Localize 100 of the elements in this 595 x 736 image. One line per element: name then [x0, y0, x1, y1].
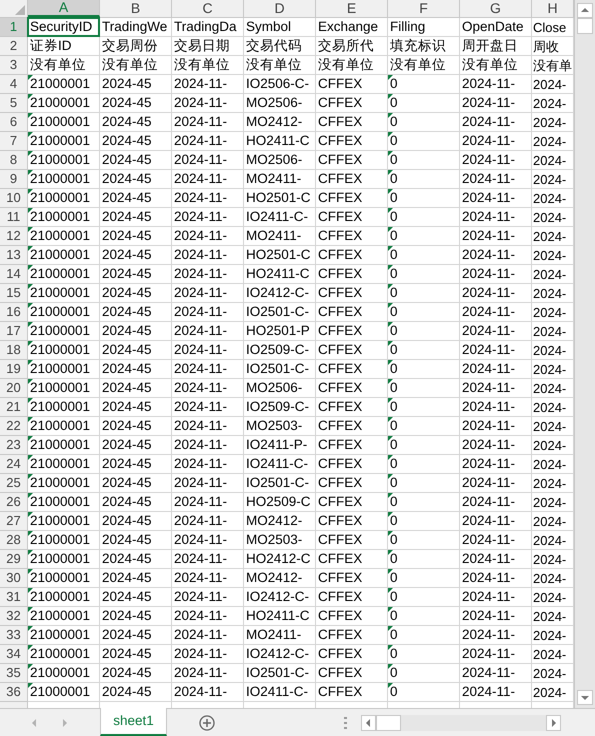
table-cell[interactable]: CFFEX — [316, 208, 387, 226]
table-cell[interactable]: 2024- — [532, 398, 573, 416]
table-cell[interactable]: 21000001 — [28, 417, 99, 435]
table-cell[interactable]: 交易日期 — [172, 37, 243, 55]
table-cell[interactable]: 2024-11- — [460, 151, 531, 169]
table-cell[interactable]: HO2501-P — [244, 322, 315, 340]
table-cell[interactable]: CFFEX — [316, 683, 387, 701]
table-cell[interactable]: 2024-11- — [460, 493, 531, 511]
row-header[interactable]: 22 — [0, 417, 28, 436]
table-cell[interactable]: 2024-11- — [172, 265, 243, 283]
table-cell[interactable]: 2024-11- — [172, 626, 243, 644]
table-cell[interactable]: 2024-11- — [460, 113, 531, 131]
table-cell[interactable]: CFFEX — [316, 626, 387, 644]
table-cell[interactable]: 2024-45 — [100, 512, 171, 530]
table-cell[interactable]: Exchange — [316, 18, 387, 36]
table-cell[interactable]: SecurityID — [28, 18, 99, 36]
table-cell[interactable]: 2024-11- — [172, 417, 243, 435]
table-cell[interactable]: 21000001 — [28, 398, 99, 416]
column-header[interactable]: C — [172, 0, 244, 17]
table-cell[interactable]: HO2501-C — [244, 246, 315, 264]
table-cell[interactable]: 2024-11- — [172, 284, 243, 302]
table-cell[interactable]: 2024-11- — [460, 664, 531, 682]
table-cell[interactable]: IO2501-C- — [244, 303, 315, 321]
row-header[interactable]: 2 — [0, 37, 28, 56]
table-cell[interactable]: 2024-45 — [100, 151, 171, 169]
table-cell[interactable]: 2024-45 — [100, 94, 171, 112]
table-cell[interactable]: 没有单 — [532, 56, 573, 74]
table-cell[interactable]: OpenDate — [460, 18, 531, 36]
row-header[interactable]: 20 — [0, 379, 28, 398]
table-cell[interactable]: 21000001 — [28, 569, 99, 587]
table-cell[interactable]: 2024- — [532, 474, 573, 492]
table-cell[interactable]: IO2411-P- — [244, 436, 315, 454]
table-cell[interactable]: CFFEX — [316, 569, 387, 587]
table-cell[interactable]: 0 — [388, 132, 459, 150]
table-cell[interactable]: 交易代码 — [244, 37, 315, 55]
table-cell[interactable]: 2024-11- — [460, 645, 531, 663]
row-header[interactable]: 34 — [0, 645, 28, 664]
table-cell[interactable]: 2024-45 — [100, 265, 171, 283]
table-cell[interactable]: CFFEX — [316, 664, 387, 682]
table-cell[interactable]: 2024-11- — [172, 379, 243, 397]
row-header[interactable]: 27 — [0, 512, 28, 531]
table-cell[interactable]: 21000001 — [28, 436, 99, 454]
row-header[interactable]: 23 — [0, 436, 28, 455]
table-cell[interactable]: 2024-11- — [460, 550, 531, 568]
table-cell[interactable]: CFFEX — [316, 474, 387, 492]
table-cell[interactable]: 2024-11- — [460, 227, 531, 245]
table-cell[interactable]: 0 — [388, 341, 459, 359]
table-cell[interactable]: IO2412-C- — [244, 284, 315, 302]
table-cell[interactable]: 填充标识 — [388, 37, 459, 55]
table-cell[interactable]: 21000001 — [28, 322, 99, 340]
table-cell[interactable]: 21000001 — [28, 151, 99, 169]
table-cell[interactable]: Filling — [388, 18, 459, 36]
table-cell[interactable]: 21000001 — [28, 550, 99, 568]
table-cell[interactable]: CFFEX — [316, 341, 387, 359]
table-cell[interactable]: 2024- — [532, 132, 573, 150]
table-cell[interactable]: CFFEX — [316, 550, 387, 568]
table-cell[interactable]: 周收 — [532, 37, 573, 55]
table-cell[interactable]: 2024-45 — [100, 303, 171, 321]
table-cell[interactable]: 0 — [388, 626, 459, 644]
table-cell[interactable]: IO2501-C- — [244, 360, 315, 378]
table-cell[interactable]: 2024-11- — [172, 436, 243, 454]
table-cell[interactable]: IO2411-C- — [244, 208, 315, 226]
table-cell[interactable]: 2024-11- — [460, 170, 531, 188]
column-header[interactable]: D — [244, 0, 316, 17]
table-cell[interactable]: CFFEX — [316, 227, 387, 245]
table-cell[interactable]: 0 — [388, 664, 459, 682]
table-cell[interactable]: HO2411-C — [244, 265, 315, 283]
table-cell[interactable]: 21000001 — [28, 360, 99, 378]
table-cell[interactable]: 2024- — [532, 322, 573, 340]
table-cell[interactable]: 2024-11- — [172, 474, 243, 492]
table-cell[interactable]: 2024-11- — [460, 474, 531, 492]
table-cell[interactable]: CFFEX — [316, 512, 387, 530]
table-cell[interactable]: 0 — [388, 588, 459, 606]
sheet-tab[interactable]: sheet1 — [100, 708, 167, 736]
table-cell[interactable]: CFFEX — [316, 265, 387, 283]
row-header[interactable]: 36 — [0, 683, 28, 702]
row-header[interactable]: 21 — [0, 398, 28, 417]
table-cell[interactable]: CFFEX — [316, 151, 387, 169]
table-cell[interactable]: 0 — [388, 303, 459, 321]
table-cell[interactable]: 没有单位 — [460, 56, 531, 74]
table-cell[interactable]: 2024-11- — [460, 436, 531, 454]
table-cell[interactable]: 2024-11- — [172, 189, 243, 207]
row-header[interactable]: 24 — [0, 455, 28, 474]
table-cell[interactable]: 21000001 — [28, 303, 99, 321]
table-cell[interactable]: 2024-11- — [460, 132, 531, 150]
table-cell[interactable]: 21000001 — [28, 379, 99, 397]
table-cell[interactable]: 2024-11- — [460, 569, 531, 587]
table-cell[interactable]: 2024- — [532, 265, 573, 283]
table-cell[interactable]: 21000001 — [28, 683, 99, 701]
table-cell[interactable]: 0 — [388, 417, 459, 435]
table-cell[interactable]: 2024-45 — [100, 455, 171, 473]
table-cell[interactable]: 0 — [388, 436, 459, 454]
table-cell[interactable]: 2024-11- — [460, 189, 531, 207]
table-cell[interactable]: 0 — [388, 531, 459, 549]
table-cell[interactable]: 21000001 — [28, 626, 99, 644]
row-header[interactable]: 5 — [0, 94, 28, 113]
table-cell[interactable]: 0 — [388, 189, 459, 207]
table-cell[interactable]: 2024- — [532, 303, 573, 321]
table-cell[interactable]: CFFEX — [316, 607, 387, 625]
table-cell[interactable]: 2024-45 — [100, 322, 171, 340]
